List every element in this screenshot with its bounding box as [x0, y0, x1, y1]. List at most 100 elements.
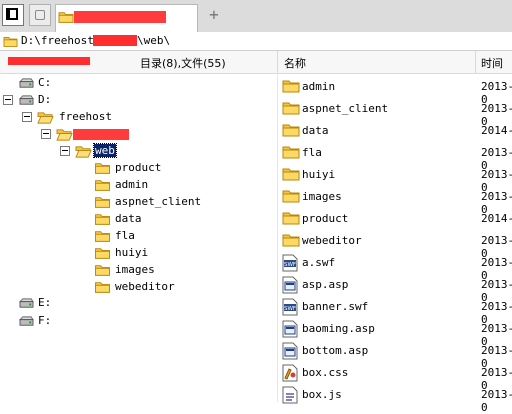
column-name-header[interactable]: 名称	[284, 55, 306, 71]
new-window-button[interactable]	[29, 4, 51, 26]
file-name: webeditor	[302, 234, 362, 247]
tree-item-drive-f[interactable]: F:	[18, 313, 138, 330]
asp-file-icon	[282, 276, 298, 294]
column-divider[interactable]	[277, 51, 278, 73]
folder-icon	[282, 122, 300, 138]
file-list-row[interactable]: box.css 2013-0	[282, 362, 512, 392]
file-list-row[interactable]: asp.asp 2013-0	[282, 274, 512, 304]
file-name: admin	[302, 80, 336, 93]
tree-item-label: aspnet_client	[115, 195, 202, 208]
tree-item-label: fla	[115, 229, 135, 242]
add-tab-button[interactable]: +	[206, 6, 222, 24]
file-list-row[interactable]: baoming.asp 2013-0	[282, 318, 512, 348]
file-name: huiyi	[302, 168, 336, 181]
css-file-icon	[282, 364, 298, 382]
file-list-row[interactable]: fla 2013-0	[282, 142, 512, 172]
window-icon	[35, 10, 45, 20]
file-name: box.css	[302, 366, 349, 379]
panel-icon	[6, 8, 18, 20]
folder-icon	[94, 229, 111, 243]
tree-item-label: freehost	[59, 110, 112, 123]
tree-item-child[interactable]: images	[94, 262, 244, 279]
path-prefix: D:\freehost\	[21, 34, 101, 47]
file-list-row[interactable]: huiyi 2013-0	[282, 164, 512, 194]
tree-item-label: huiyi	[115, 246, 149, 259]
folder-icon	[94, 195, 111, 209]
open-folder-icon	[75, 144, 92, 159]
file-list-row[interactable]: data 2014-	[282, 120, 512, 142]
tree-item-child[interactable]: fla	[94, 228, 244, 245]
tree-item-freehost[interactable]: freehost	[37, 109, 157, 126]
tree-item-redacted[interactable]	[56, 126, 146, 143]
file-name: box.js	[302, 388, 342, 401]
file-name: aspnet_client	[302, 102, 389, 115]
collapse-toggle[interactable]	[60, 146, 70, 156]
tree-item-child[interactable]: data	[94, 211, 244, 228]
panel-toggle-button[interactable]	[2, 4, 24, 26]
folder-icon	[94, 178, 111, 192]
file-name: banner.swf	[302, 300, 369, 313]
folder-icon	[282, 166, 300, 182]
open-folder-icon	[56, 127, 73, 142]
folder-icon	[94, 280, 111, 294]
tab-bar: +	[0, 0, 512, 33]
file-time: 2014-	[481, 212, 512, 225]
file-list-row[interactable]: a.swf 2013-0	[282, 252, 512, 282]
folder-icon	[282, 144, 300, 160]
address-bar[interactable]: D:\freehost\ \web\	[0, 32, 512, 51]
file-list-row[interactable]: aspnet_client 2013-0	[282, 98, 512, 128]
column-header: 目录(8),文件(55) 名称 时间	[0, 51, 512, 74]
file-list-row[interactable]: admin 2013-0	[282, 76, 512, 106]
folder-icon	[94, 263, 111, 277]
tree-item-label: admin	[115, 178, 149, 191]
file-list-row[interactable]: product 2014-	[282, 208, 512, 230]
tree-item-child[interactable]: aspnet_client	[94, 194, 244, 211]
file-list-row[interactable]: box.js 2013-0	[282, 384, 512, 414]
file-name: fla	[302, 146, 322, 159]
tree-item-label: E:	[38, 296, 52, 309]
file-time: 2014-	[481, 124, 512, 137]
file-time: 2013-0	[481, 388, 512, 414]
pane-splitter[interactable]	[277, 73, 278, 402]
tree-item-drive-d[interactable]: D:	[18, 92, 138, 109]
swf-file-icon	[282, 298, 298, 316]
tree-item-label-selected: web	[93, 143, 117, 158]
tree-item-child[interactable]: huiyi	[94, 245, 244, 262]
tab-active[interactable]	[55, 4, 198, 32]
open-folder-icon	[37, 110, 54, 125]
folder-icon	[58, 10, 74, 24]
swf-file-icon	[282, 254, 298, 272]
redacted-header-text	[8, 57, 90, 65]
file-list-row[interactable]: webeditor 2013-0	[282, 230, 512, 260]
tree-item-drive-c[interactable]: C:	[18, 75, 138, 92]
directory-file-counts: 目录(8),文件(55)	[140, 57, 226, 70]
collapse-toggle[interactable]	[22, 112, 32, 122]
folder-icon	[282, 100, 300, 116]
folder-icon	[282, 210, 300, 226]
file-list-row[interactable]: banner.swf 2013-0	[282, 296, 512, 326]
tree-item-child[interactable]: product	[94, 160, 244, 177]
js-file-icon	[282, 386, 298, 404]
drive-icon	[18, 315, 35, 328]
folder-icon	[94, 246, 111, 260]
tree-item-label: C:	[38, 76, 52, 89]
tree-item-drive-e[interactable]: E:	[18, 295, 138, 312]
folder-icon	[282, 188, 300, 204]
file-name: images	[302, 190, 342, 203]
folder-icon	[282, 78, 300, 94]
tree-item-child[interactable]: webeditor	[94, 279, 244, 296]
file-list-row[interactable]: bottom.asp 2013-0	[282, 340, 512, 370]
tree-item-label: images	[115, 263, 155, 276]
collapse-toggle[interactable]	[3, 95, 13, 105]
folder-icon	[94, 161, 111, 175]
tree-item-label: F:	[38, 314, 52, 327]
column-time-header[interactable]: 时间	[481, 55, 503, 71]
collapse-toggle[interactable]	[41, 129, 51, 139]
file-name: asp.asp	[302, 278, 349, 291]
tree-item-web[interactable]: web	[75, 143, 135, 160]
redacted-folder-name	[73, 129, 129, 140]
path-suffix: \web\	[137, 34, 171, 47]
file-list-row[interactable]: images 2013-0	[282, 186, 512, 216]
tree-item-child[interactable]: admin	[94, 177, 244, 194]
column-divider[interactable]	[475, 51, 476, 73]
